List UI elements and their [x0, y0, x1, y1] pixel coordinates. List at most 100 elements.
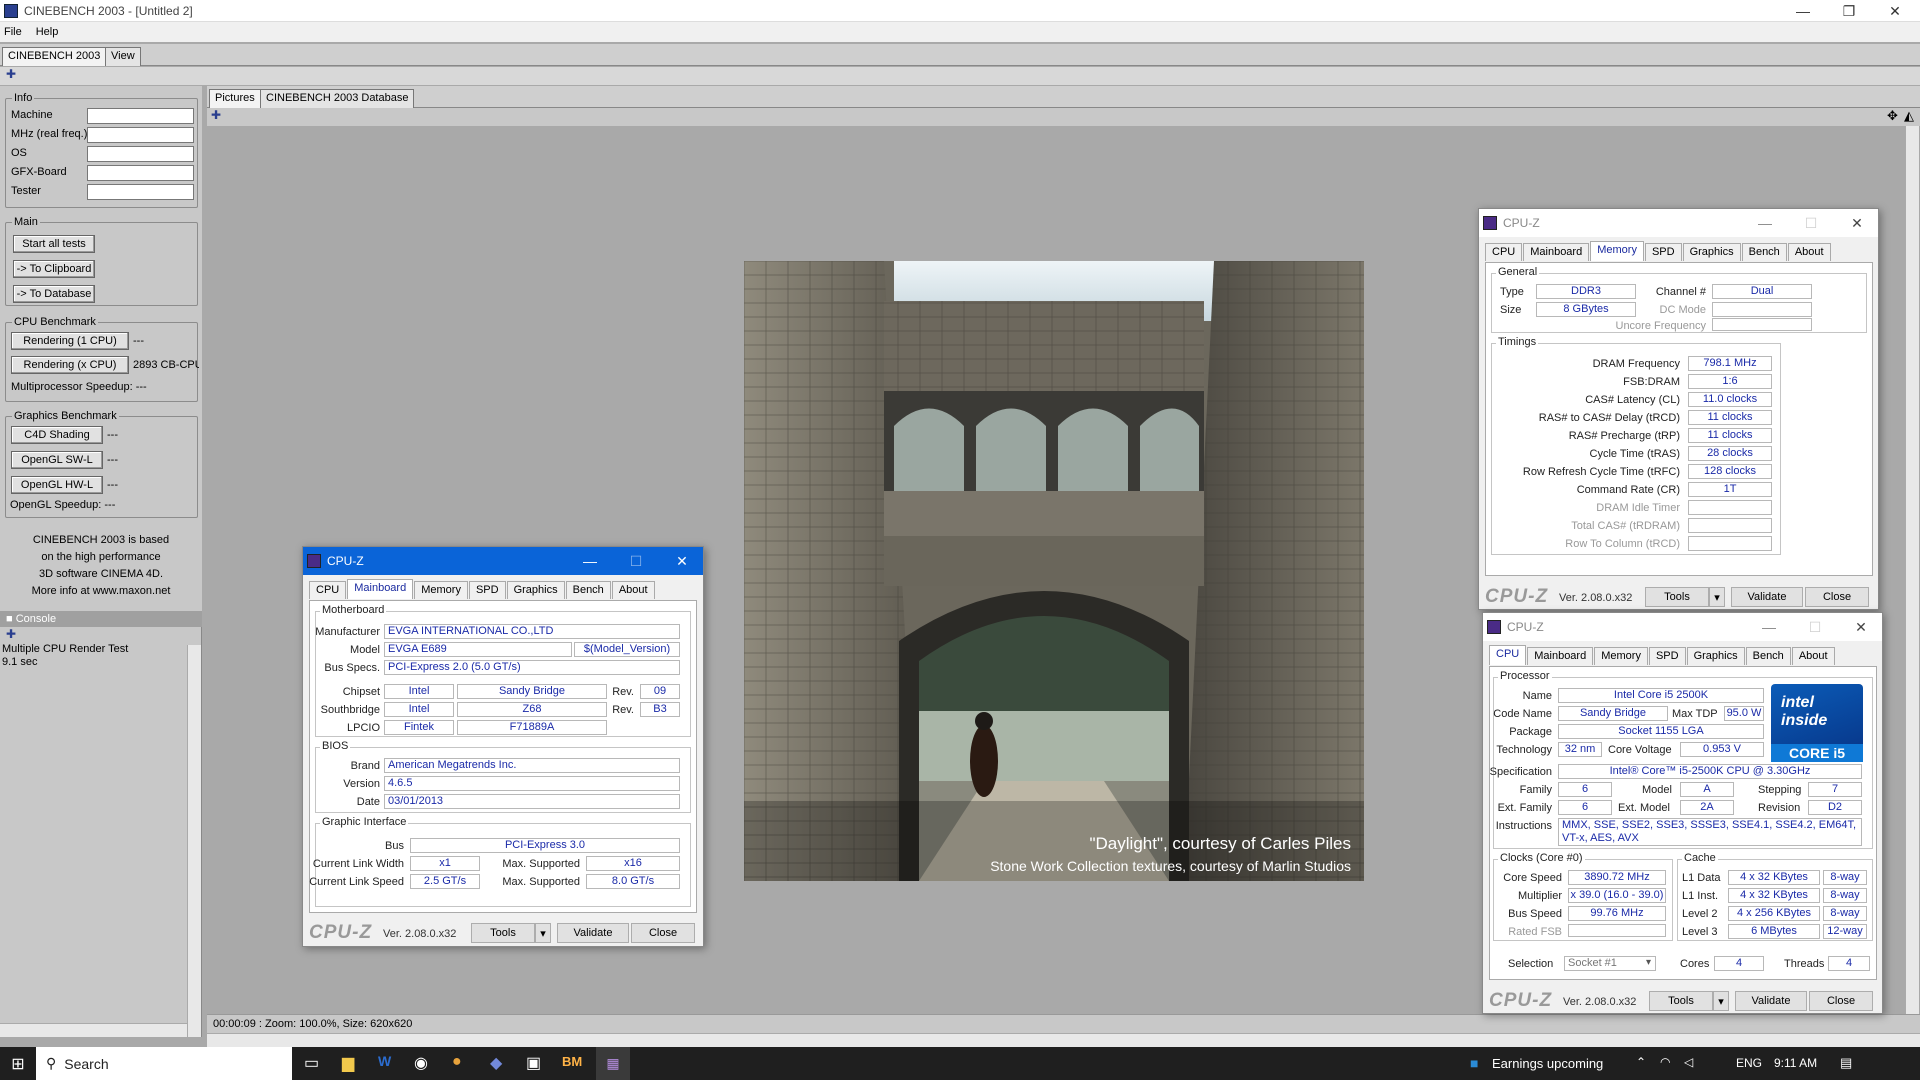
socket-select[interactable]: Socket #1: [1564, 956, 1656, 971]
discord-icon[interactable]: ◆: [490, 1053, 502, 1073]
minimize-button[interactable]: —: [1780, 0, 1826, 22]
tab-memory[interactable]: Memory: [1594, 647, 1648, 665]
restore-button[interactable]: ❐: [1826, 0, 1872, 22]
close-button[interactable]: ✕: [659, 547, 705, 575]
tab-mainboard[interactable]: Mainboard: [1527, 647, 1594, 665]
validate-button[interactable]: Validate: [1731, 587, 1803, 607]
tab-about[interactable]: About: [1791, 647, 1835, 665]
benchmate-icon[interactable]: BM: [562, 1054, 582, 1069]
steam-icon[interactable]: ◉: [414, 1053, 428, 1073]
tab-cpu[interactable]: CPU: [309, 581, 347, 599]
cache-size-value: 4 x 32 KBytes: [1728, 870, 1820, 885]
viewport-hscrollbar[interactable]: [207, 1033, 1920, 1047]
close-button[interactable]: ✕: [1872, 0, 1918, 22]
opengl-hwl-button[interactable]: OpenGL HW-L: [11, 476, 103, 494]
volume-icon[interactable]: ◁: [1684, 1055, 1693, 1069]
file-explorer-icon[interactable]: ▆: [342, 1053, 354, 1073]
cinebench-taskbar-icon[interactable]: ▣: [526, 1053, 541, 1073]
tab-database[interactable]: CINEBENCH 2003 Database: [260, 89, 415, 108]
tools-button[interactable]: Tools: [471, 923, 535, 943]
tab-spd[interactable]: SPD: [1648, 647, 1686, 665]
pin-icon[interactable]: ✚: [6, 627, 16, 641]
word-icon[interactable]: W: [378, 1053, 391, 1069]
tab-cpu[interactable]: CPU: [1489, 645, 1527, 665]
instructions-value: MMX, SSE, SSE2, SSE3, SSSE3, SSE4.1, SSE…: [1558, 818, 1862, 846]
mhz-input[interactable]: [87, 127, 194, 143]
news-text[interactable]: Earnings upcoming: [1492, 1056, 1603, 1071]
start-all-tests-button[interactable]: Start all tests: [13, 235, 95, 253]
tab-pictures[interactable]: Pictures: [209, 89, 261, 108]
menu-file[interactable]: File: [4, 26, 22, 38]
tab-bench[interactable]: Bench: [1741, 243, 1787, 261]
tab-graphics[interactable]: Graphics: [1682, 243, 1741, 261]
field-label: Size: [1500, 304, 1522, 316]
tools-dropdown-icon[interactable]: ▾: [535, 923, 551, 943]
tester-input[interactable]: [87, 184, 194, 200]
pin-icon[interactable]: ✚: [6, 67, 16, 81]
task-view-icon[interactable]: ▭: [304, 1053, 319, 1073]
wifi-icon[interactable]: ◠: [1660, 1055, 1670, 1069]
clock[interactable]: 9:11 AM: [1774, 1056, 1817, 1070]
language-indicator[interactable]: ENG: [1736, 1056, 1762, 1070]
tab-spd[interactable]: SPD: [1644, 243, 1682, 261]
to-clipboard-button[interactable]: -> To Clipboard: [13, 260, 95, 278]
close-button[interactable]: Close: [1805, 587, 1869, 607]
minimize-button[interactable]: —: [567, 547, 613, 575]
timing-value: [1688, 518, 1772, 533]
viewport-scrollbar[interactable]: [1905, 126, 1919, 1014]
notification-icon[interactable]: ▤: [1840, 1055, 1852, 1071]
pin-icon[interactable]: ✚: [211, 108, 221, 122]
os-input[interactable]: [87, 146, 194, 162]
field-label: Max TDP: [1672, 708, 1718, 720]
tab-graphics[interactable]: Graphics: [1686, 647, 1745, 665]
rendering-1cpu-button[interactable]: Rendering (1 CPU): [11, 332, 129, 350]
chrome-icon[interactable]: ●: [452, 1053, 462, 1071]
close-button[interactable]: Close: [1809, 991, 1873, 1011]
chipset-name-value: Sandy Bridge: [457, 684, 607, 699]
validate-button[interactable]: Validate: [557, 923, 629, 943]
field-label: Version: [343, 778, 380, 790]
tab-graphics[interactable]: Graphics: [506, 581, 565, 599]
close-button[interactable]: Close: [631, 923, 695, 943]
taskbar-search-box[interactable]: ⚲ Search: [36, 1047, 292, 1080]
field-label: Core Voltage: [1608, 744, 1672, 756]
console-hscrollbar[interactable]: [0, 1023, 187, 1037]
tools-button[interactable]: Tools: [1645, 587, 1709, 607]
validate-button[interactable]: Validate: [1735, 991, 1807, 1011]
console-scrollbar[interactable]: [187, 645, 201, 1037]
move-icon[interactable]: ✥: [1887, 108, 1898, 124]
menu-help[interactable]: Help: [36, 26, 59, 38]
tab-about[interactable]: About: [611, 581, 655, 599]
minimize-button[interactable]: —: [1746, 613, 1792, 641]
search-icon: ⚲: [46, 1055, 57, 1071]
tab-bench[interactable]: Bench: [565, 581, 611, 599]
tools-button[interactable]: Tools: [1649, 991, 1713, 1011]
gfx-input[interactable]: [87, 165, 194, 181]
tray-chevron-icon[interactable]: ⌃: [1636, 1055, 1646, 1069]
c4d-shading-button[interactable]: C4D Shading: [11, 426, 103, 444]
rendering-xcpu-button[interactable]: Rendering (x CPU): [11, 356, 129, 374]
tab-memory[interactable]: Memory: [1590, 241, 1644, 261]
close-button[interactable]: ✕: [1834, 209, 1880, 237]
chevron-down-icon[interactable]: ▾: [1646, 957, 1651, 968]
tab-view[interactable]: View: [105, 47, 141, 66]
tab-memory[interactable]: Memory: [414, 581, 468, 599]
tab-mainboard[interactable]: Mainboard: [1523, 243, 1590, 261]
tools-dropdown-icon[interactable]: ▾: [1709, 587, 1725, 607]
tab-about[interactable]: About: [1787, 243, 1831, 261]
machine-input[interactable]: [87, 108, 194, 124]
tab-cinebench[interactable]: CINEBENCH 2003: [2, 47, 107, 66]
close-button[interactable]: ✕: [1838, 613, 1884, 641]
to-database-button[interactable]: -> To Database: [13, 285, 95, 303]
windows-start-icon[interactable]: ⊞: [0, 1047, 36, 1080]
cpuz-taskbar-icon[interactable]: ▦: [596, 1047, 630, 1080]
minimize-button[interactable]: —: [1742, 209, 1788, 237]
tab-bench[interactable]: Bench: [1745, 647, 1791, 665]
zoom-icon[interactable]: ◭: [1904, 108, 1914, 124]
tab-mainboard[interactable]: Mainboard: [347, 579, 414, 599]
tab-cpu[interactable]: CPU: [1485, 243, 1523, 261]
tools-dropdown-icon[interactable]: ▾: [1713, 991, 1729, 1011]
timing-label: Cycle Time (tRAS): [1589, 448, 1680, 460]
opengl-swl-button[interactable]: OpenGL SW-L: [11, 451, 103, 469]
tab-spd[interactable]: SPD: [468, 581, 506, 599]
